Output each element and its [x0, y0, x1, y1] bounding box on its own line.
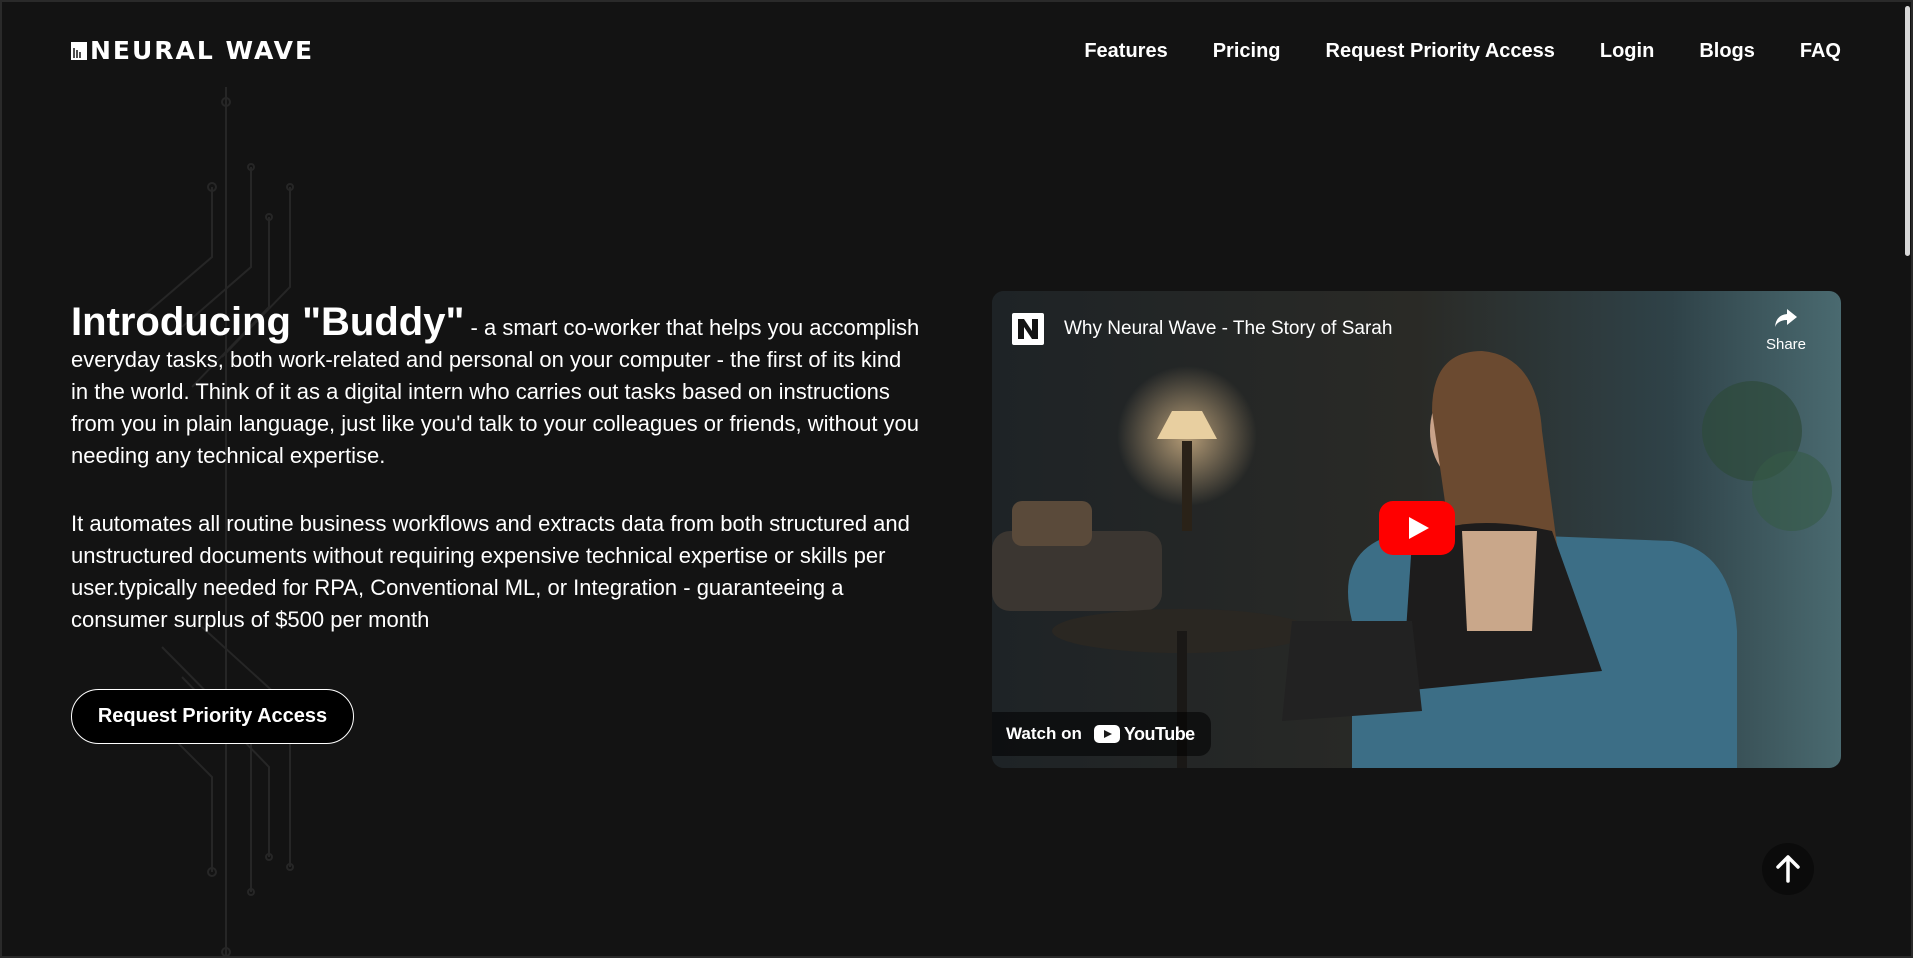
- logo-text: NEURAL WAVE: [90, 36, 315, 65]
- watch-on-label: Watch on: [1006, 724, 1082, 743]
- nav-pricing[interactable]: Pricing: [1213, 38, 1281, 64]
- share-label: Share: [1765, 336, 1807, 353]
- nav-faq[interactable]: FAQ: [1800, 38, 1841, 64]
- youtube-wordmark: YouTube: [1123, 723, 1195, 744]
- youtube-icon: [1093, 725, 1120, 743]
- video-title[interactable]: Why Neural Wave - The Story of Sarah: [1064, 316, 1392, 342]
- hero-automation-paragraph: It automates all routine business workfl…: [71, 511, 910, 632]
- watch-on-youtube-link[interactable]: Watch on YouTube: [992, 712, 1211, 756]
- video-embed[interactable]: Why Neural Wave - The Story of Sarah Sha…: [992, 291, 1841, 768]
- main-nav: Features Pricing Request Priority Access…: [1039, 38, 1841, 64]
- channel-logo-icon[interactable]: [1012, 313, 1044, 345]
- hero-section: Introducing "Buddy" - a smart co-worker …: [71, 302, 921, 636]
- hero-title: Introducing "Buddy": [71, 300, 465, 344]
- scrollbar-thumb[interactable]: [1905, 6, 1910, 256]
- play-button[interactable]: [1379, 501, 1455, 555]
- arrow-up-icon: [1776, 855, 1800, 883]
- nav-login[interactable]: Login: [1600, 38, 1654, 64]
- nav-features[interactable]: Features: [1084, 38, 1167, 64]
- hero-intro-paragraph: Introducing "Buddy" - a smart co-worker …: [71, 302, 921, 472]
- nav-blogs[interactable]: Blogs: [1699, 38, 1755, 64]
- back-to-top-button[interactable]: [1762, 843, 1814, 895]
- nav-request-priority-access[interactable]: Request Priority Access: [1326, 38, 1555, 64]
- logo[interactable]: NEURAL WAVE: [70, 38, 314, 64]
- page: NEURAL WAVE Features Pricing Request Pri…: [0, 0, 1913, 958]
- share-icon: [1775, 309, 1797, 327]
- request-priority-access-button[interactable]: Request Priority Access: [71, 689, 354, 744]
- logo-mark-icon: [71, 42, 87, 60]
- share-button[interactable]: Share: [1761, 307, 1811, 353]
- page-scrollbar[interactable]: [1903, 2, 1911, 956]
